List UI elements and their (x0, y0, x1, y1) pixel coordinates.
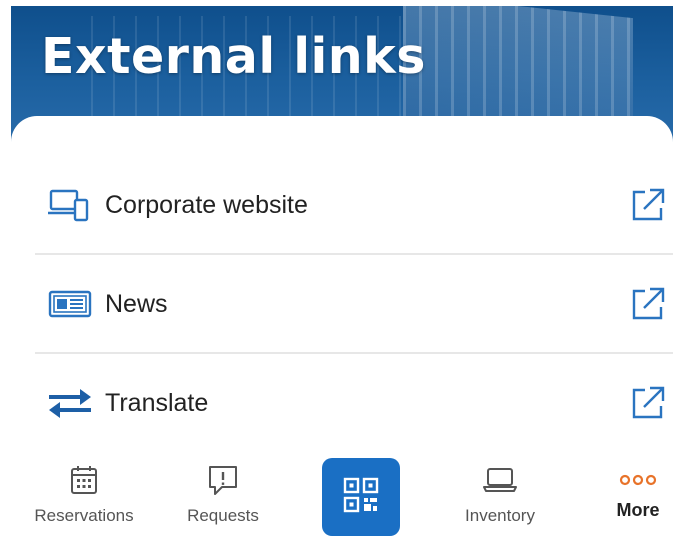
nav-requests[interactable]: Requests (175, 446, 271, 536)
nav-label: More (616, 500, 660, 520)
open-external-icon[interactable] (623, 185, 673, 225)
link-label: News (105, 289, 168, 318)
devices-icon (35, 185, 105, 225)
more-dots-icon (618, 460, 658, 500)
nav-more[interactable]: More (600, 446, 673, 536)
calendar-icon (69, 460, 99, 500)
chat-alert-icon (206, 460, 240, 500)
open-external-icon[interactable] (623, 284, 673, 324)
nav-label: Requests (187, 506, 259, 525)
newspaper-icon (35, 284, 105, 324)
scan-button[interactable] (322, 458, 400, 536)
nav-label: Reservations (34, 506, 134, 525)
nav-reservations[interactable]: Reservations (22, 446, 146, 536)
link-row-translate[interactable]: Translate (35, 354, 673, 452)
nav-label: Inventory (465, 506, 535, 525)
link-label: Corporate website (105, 190, 308, 219)
qr-code-icon (343, 477, 379, 518)
nav-inventory[interactable]: Inventory (448, 446, 552, 536)
page-title: External links (41, 28, 426, 85)
swap-arrows-icon (35, 383, 105, 423)
link-label: Translate (105, 388, 209, 417)
link-row-news[interactable]: News (35, 255, 673, 353)
open-external-icon[interactable] (623, 383, 673, 423)
link-row-corporate-website[interactable]: Corporate website (35, 156, 673, 254)
laptop-icon (481, 460, 519, 500)
